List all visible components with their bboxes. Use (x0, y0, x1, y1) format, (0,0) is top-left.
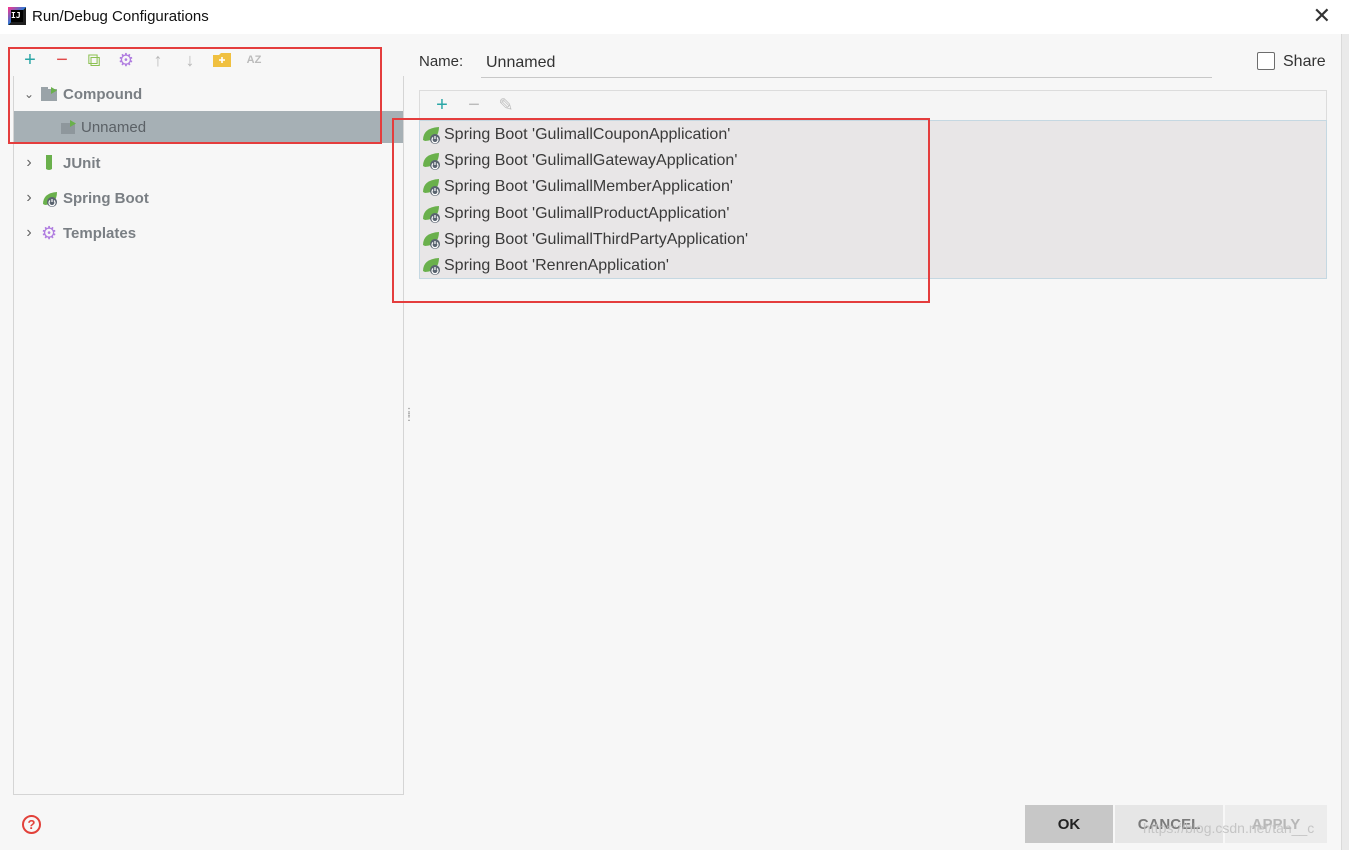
copy-configuration-button[interactable]: ⧉ (78, 46, 110, 74)
add-icon: + (24, 48, 36, 71)
tree-item-label: Spring Boot (63, 189, 149, 207)
configurations-toolbar: + − ⧉ ⚙ ↑ ↓ AZ (14, 46, 270, 74)
ok-button[interactable]: OK (1025, 805, 1113, 843)
spring-boot-icon (422, 256, 442, 276)
run-configuration-item[interactable]: Spring Boot 'GulimallCouponApplication' (422, 122, 730, 148)
remove-run-config-button[interactable]: − (458, 92, 490, 120)
run-configuration-item[interactable]: Spring Boot 'GulimallProductApplication' (422, 201, 729, 227)
tree-item-templates[interactable]: › ⚙ Templates (14, 217, 403, 249)
run-configuration-item[interactable]: Spring Boot 'GulimallThirdPartyApplicati… (422, 227, 748, 253)
watermark: https://blog.csdn.net/tan__c (1143, 820, 1315, 836)
run-configuration-item[interactable]: Spring Boot 'RenrenApplication' (422, 253, 669, 279)
new-folder-icon (213, 53, 231, 67)
run-configuration-label: Spring Boot 'RenrenApplication' (444, 257, 669, 274)
remove-icon: − (56, 48, 68, 71)
move-down-button[interactable]: ↓ (174, 46, 206, 74)
move-up-button[interactable]: ↑ (142, 46, 174, 74)
tree-item-label: Compound (63, 85, 143, 103)
tree-item-junit[interactable]: › JUnit (14, 147, 403, 179)
run-configuration-item[interactable]: Spring Boot 'GulimallGatewayApplication' (422, 148, 737, 174)
spring-boot-icon (422, 204, 442, 224)
run-configuration-label: Spring Boot 'GulimallProductApplication' (444, 204, 730, 222)
pencil-icon: ✎ (498, 95, 514, 115)
spring-boot-icon (422, 151, 442, 171)
share-label[interactable]: Share (1283, 53, 1326, 71)
background-window-edge (1341, 34, 1349, 850)
junit-icon (41, 155, 59, 171)
tree-item-spring-boot[interactable]: › Spring Boot (14, 182, 403, 214)
settings-gear-icon: ⚙ (117, 49, 135, 70)
add-run-config-button[interactable]: + (426, 92, 458, 120)
remove-configuration-button[interactable]: − (46, 46, 78, 74)
run-configuration-label: Spring Boot 'GulimallMemberApplication' (444, 178, 733, 196)
copy-icon: ⧉ (87, 49, 101, 70)
tree-item-unnamed[interactable]: Unnamed (14, 111, 403, 143)
add-icon: + (436, 94, 448, 116)
add-configuration-button[interactable]: + (14, 46, 46, 74)
compound-configurations-list[interactable]: Spring Boot 'GulimallCouponApplication' S… (419, 120, 1327, 279)
run-configuration-label: Spring Boot 'GulimallThirdPartyApplicati… (444, 230, 749, 248)
help-icon[interactable]: ? (22, 815, 41, 834)
chevron-right-icon[interactable]: › (23, 154, 35, 172)
tree-item-label: Templates (63, 224, 137, 242)
compound-config-icon (61, 119, 79, 135)
move-up-icon: ↑ (153, 49, 163, 70)
name-label: Name: (419, 53, 464, 70)
share-checkbox[interactable] (1257, 52, 1275, 70)
run-configuration-item[interactable]: Spring Boot 'GulimallMemberApplication' (422, 174, 733, 200)
spring-boot-icon (422, 125, 442, 145)
compound-icon (41, 86, 59, 102)
tree-item-label: Unnamed (81, 118, 147, 136)
tree-item-label: JUnit (63, 154, 101, 172)
new-folder-button[interactable] (206, 46, 238, 74)
spring-boot-icon (41, 190, 59, 207)
templates-gear-icon: ⚙ (41, 223, 58, 243)
spring-boot-icon (422, 230, 442, 250)
sort-az-icon: AZ (246, 54, 262, 66)
chevron-down-icon[interactable]: ⌄ (23, 87, 35, 101)
configurations-tree[interactable]: ⌄ Compound Unnamed › JUnit › Spring Boot… (13, 76, 404, 795)
remove-icon: − (468, 94, 480, 116)
move-down-icon: ↓ (185, 49, 195, 70)
edit-run-config-button[interactable]: ✎ (490, 92, 522, 120)
chevron-right-icon[interactable]: › (23, 224, 35, 242)
splitter-handle[interactable]: ⋮ ⋮ (404, 408, 414, 428)
title-bar: IJ Run/Debug Configurations ✕ (0, 0, 1349, 34)
run-configuration-label: Spring Boot 'GulimallCouponApplication' (444, 126, 731, 143)
close-icon[interactable]: ✕ (1313, 4, 1331, 28)
edit-defaults-button[interactable]: ⚙ (110, 46, 142, 74)
name-input[interactable] (481, 48, 1212, 78)
sort-alphabetically-button[interactable]: AZ (238, 46, 270, 74)
run-configuration-label: Spring Boot 'GulimallGatewayApplication' (444, 152, 738, 170)
window-title: Run/Debug Configurations (32, 8, 209, 25)
intellij-app-icon: IJ (8, 7, 26, 25)
tree-item-compound[interactable]: ⌄ Compound (14, 78, 403, 110)
compound-list-toolbar: + − ✎ (419, 90, 1327, 120)
chevron-right-icon[interactable]: › (23, 189, 35, 207)
spring-boot-icon (422, 177, 442, 197)
